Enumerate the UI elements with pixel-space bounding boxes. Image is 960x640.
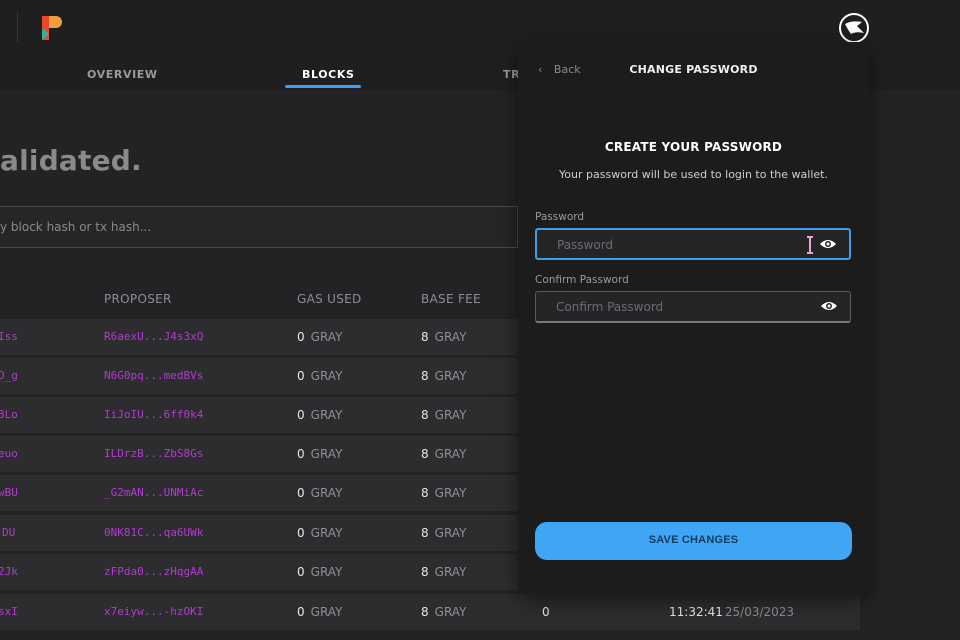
create-password-title: CREATE YOUR PASSWORD <box>604 140 783 154</box>
gas-value: 0 <box>297 447 305 461</box>
fee-value: 8 <box>421 526 429 540</box>
block-hash[interactable]: D_g <box>0 369 18 382</box>
fee-unit: GRAY <box>434 408 467 422</box>
proposer-address[interactable]: x7eiyw...-hzOKI <box>104 605 203 618</box>
proposer-address[interactable]: R6aexU...J4s3xQ <box>104 330 203 343</box>
block-hash[interactable]: euo <box>0 447 18 460</box>
block-date: 25/03/2023 <box>724 605 795 619</box>
fee-value: 8 <box>421 369 429 383</box>
fee-unit: GRAY <box>434 330 467 344</box>
block-hash[interactable]: 3Lo <box>0 408 18 421</box>
block-hash[interactable]: Iss <box>0 330 18 343</box>
fee-unit: GRAY <box>434 447 467 461</box>
eye-icon[interactable] <box>819 238 837 250</box>
fee-value: 8 <box>421 486 429 500</box>
gas-unit: GRAY <box>310 408 343 422</box>
gas-value: 0 <box>297 408 305 422</box>
password-label: Password <box>535 211 585 223</box>
gas-value: 0 <box>297 565 305 579</box>
search-input[interactable]: y block hash or tx hash... <box>0 206 518 248</box>
gas-value: 0 <box>297 605 305 619</box>
confirm-password-label: Confirm Password <box>535 274 629 286</box>
block-hash[interactable]: wBU <box>0 486 18 499</box>
eye-icon[interactable] <box>820 300 838 312</box>
confirm-password-input[interactable]: Confirm Password <box>535 291 851 323</box>
tab-overview[interactable]: OVERVIEW <box>87 68 158 81</box>
fee-value: 8 <box>421 605 429 619</box>
column-header-gas-used: GAS USED <box>297 292 362 306</box>
brand-logo-icon[interactable] <box>40 14 62 42</box>
proposer-address[interactable]: N6G0pq...medBVs <box>104 369 203 382</box>
gas-unit: GRAY <box>310 369 343 383</box>
change-password-modal: ‹ Back CHANGE PASSWORD CREATE YOUR PASSW… <box>518 42 869 594</box>
gas-unit: GRAY <box>310 486 343 500</box>
tx-count: 0 <box>542 605 550 619</box>
fee-value: 8 <box>421 447 429 461</box>
proposer-address[interactable]: IiJoIU...6ff0k4 <box>104 408 203 421</box>
gas-value: 0 <box>297 369 305 383</box>
text-cursor-icon <box>807 236 813 254</box>
fee-unit: GRAY <box>434 526 467 540</box>
modal-title: CHANGE PASSWORD <box>629 63 758 76</box>
column-header-base-fee: BASE FEE <box>421 292 481 306</box>
gas-value: 0 <box>297 330 305 344</box>
fee-value: 8 <box>421 330 429 344</box>
active-tab-indicator <box>285 85 361 88</box>
fee-value: 8 <box>421 408 429 422</box>
gas-unit: GRAY <box>310 565 343 579</box>
gas-unit: GRAY <box>310 447 343 461</box>
block-time: 11:32:41 <box>669 605 723 619</box>
fee-unit: GRAY <box>434 486 467 500</box>
block-hash[interactable]: sxI <box>0 605 18 618</box>
table-row[interactable]: sxI x7eiyw...-hzOKI 0 GRAY 8 GRAY 0 11:32:… <box>0 594 860 630</box>
fee-unit: GRAY <box>434 605 467 619</box>
page-heading: alidated. <box>0 144 142 177</box>
password-input[interactable]: Password <box>535 228 851 260</box>
divider <box>17 12 18 42</box>
fee-unit: GRAY <box>434 369 467 383</box>
fee-unit: GRAY <box>434 565 467 579</box>
block-hash[interactable]: 2Jk <box>0 565 18 578</box>
column-header-proposer: PROPOSER <box>104 292 172 306</box>
search-placeholder: y block hash or tx hash... <box>0 220 152 234</box>
tab-blocks[interactable]: BLOCKS <box>302 68 354 81</box>
block-hash[interactable]: DU <box>2 526 15 539</box>
gas-value: 0 <box>297 486 305 500</box>
proposer-address[interactable]: _G2mAN...UNMiAc <box>104 486 203 499</box>
gas-unit: GRAY <box>310 330 343 344</box>
fee-value: 8 <box>421 565 429 579</box>
user-avatar-icon[interactable] <box>838 12 870 44</box>
gas-unit: GRAY <box>310 605 343 619</box>
save-changes-label: SAVE CHANGES <box>648 534 739 546</box>
confirm-password-placeholder: Confirm Password <box>556 300 664 314</box>
gas-unit: GRAY <box>310 526 343 540</box>
password-placeholder: Password <box>557 238 614 252</box>
save-changes-button[interactable]: SAVE CHANGES <box>535 522 852 560</box>
proposer-address[interactable]: 0NK81C...qa6UWk <box>104 526 203 539</box>
proposer-address[interactable]: zFPda0...zHqgAA <box>104 565 203 578</box>
proposer-address[interactable]: ILDrzB...ZbS8Gs <box>104 447 203 460</box>
gas-value: 0 <box>297 526 305 540</box>
create-password-subtitle: Your password will be used to login to t… <box>559 168 828 181</box>
